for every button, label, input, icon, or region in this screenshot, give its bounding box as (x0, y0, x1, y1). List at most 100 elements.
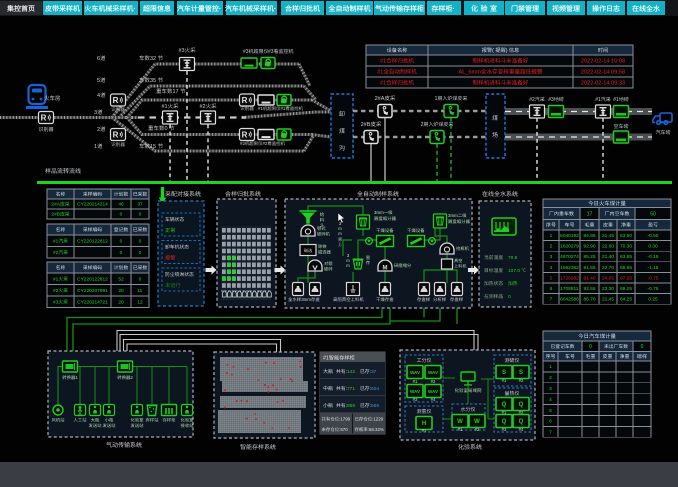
svg-text:Q: Q (502, 419, 507, 425)
svg-text:#4: #4 (431, 397, 436, 402)
svg-text:#3: #3 (548, 97, 554, 103)
svg-text:#1: #1 (53, 276, 59, 282)
svg-text:6042586: 6042586 (560, 297, 579, 303)
svg-text:6: 6 (549, 419, 552, 425)
svg-text:91.55: 91.55 (583, 265, 595, 271)
svg-text:R: R (113, 96, 119, 105)
svg-text:107.0: 107.0 (508, 268, 520, 274)
svg-text:Q: Q (519, 419, 524, 425)
svg-text:771: 771 (347, 386, 355, 392)
svg-text:1: 1 (94, 144, 97, 150)
svg-text:0: 0 (120, 250, 123, 256)
svg-text:68.85: 68.85 (620, 265, 632, 271)
svg-text:92.55: 92.55 (583, 286, 595, 292)
svg-text:2#B: 2#B (361, 122, 371, 128)
svg-text:0: 0 (165, 126, 168, 132)
svg-text:·: · (274, 6, 276, 13)
svg-text:4870274: 4870274 (560, 254, 579, 260)
svg-text:21.45: 21.45 (602, 297, 614, 303)
svg-text:63.50: 63.50 (620, 233, 632, 239)
svg-text:WAV: WAV (428, 389, 439, 394)
svg-text:2: 2 (550, 244, 553, 250)
svg-text:R: R (242, 96, 248, 105)
svg-text:22.70: 22.70 (602, 265, 614, 271)
svg-text:#1: #1 (377, 70, 383, 76)
svg-text:2: 2 (421, 122, 424, 128)
svg-text:20: 20 (118, 288, 124, 294)
svg-text:0.30: 0.30 (648, 244, 658, 250)
svg-text:CY220122812: CY220122812 (77, 276, 108, 282)
svg-text:S: S (519, 370, 523, 376)
svg-text:6: 6 (550, 286, 553, 292)
svg-text:7: 7 (550, 297, 553, 303)
svg-text:#1: #1 (422, 428, 427, 433)
svg-text:#2: #2 (519, 378, 524, 383)
svg-text:3: 3 (549, 386, 552, 392)
svg-text:0: 0 (120, 238, 123, 244)
svg-text:1: 1 (435, 96, 438, 102)
svg-text:2#B: 2#B (51, 212, 60, 218)
svg-text:#3: #3 (243, 49, 249, 55)
svg-text:#1: #1 (53, 238, 59, 244)
svg-text:#4: #4 (519, 427, 524, 432)
svg-text:3: 3 (550, 254, 553, 260)
svg-text:#2: #2 (262, 141, 267, 146)
svg-text:5: 5 (550, 275, 553, 281)
svg-text:21.45: 21.45 (602, 233, 614, 239)
svg-text:22.60: 22.60 (602, 244, 614, 250)
svg-text:R: R (113, 131, 119, 140)
svg-text:2022-02-14 09:33: 2022-02-14 09:33 (581, 81, 625, 87)
svg-text:R: R (41, 114, 47, 123)
svg-text:37: 37 (137, 202, 143, 208)
svg-text:6040192: 6040192 (560, 233, 579, 239)
svg-text:#1: #1 (323, 356, 329, 362)
svg-text:#1: #1 (258, 106, 263, 111)
svg-text:#2: #2 (431, 379, 436, 384)
svg-text:Q: Q (519, 402, 524, 408)
svg-text:24.05: 24.05 (602, 275, 614, 281)
svg-text:#1: #1 (502, 378, 507, 383)
svg-text:6: 6 (97, 56, 100, 62)
svg-text:): ) (506, 48, 508, 54)
svg-text:#3: #3 (268, 49, 274, 55)
svg-text:37: 37 (371, 369, 377, 375)
svg-text:H: H (422, 421, 426, 427)
svg-text:0: 0 (139, 250, 142, 256)
svg-text:15: 15 (150, 144, 156, 150)
svg-text:0: 0 (589, 344, 592, 350)
svg-text:0: 0 (139, 238, 142, 244)
svg-text:64.25: 64.25 (620, 297, 632, 303)
svg-text:856: 856 (347, 403, 355, 409)
svg-text:4: 4 (549, 397, 552, 403)
svg-text:R: R (242, 131, 248, 140)
svg-text:11: 11 (137, 288, 142, 294)
svg-text:3mm: 3mm (448, 213, 458, 218)
svg-text:0: 0 (139, 212, 142, 218)
svg-text:1: 1 (550, 233, 553, 239)
svg-text:1592362: 1592362 (560, 265, 579, 271)
svg-text:35: 35 (150, 78, 156, 84)
svg-text:(: ( (492, 48, 494, 54)
svg-text:2#A: 2#A (51, 202, 60, 208)
svg-text:32: 32 (150, 56, 156, 62)
svg-text:2022-02-14 10:08: 2022-02-14 10:08 (581, 59, 625, 65)
svg-text:23.30: 23.30 (602, 286, 614, 292)
svg-text:3: 3 (94, 110, 97, 116)
svg-text:#2: #2 (53, 250, 59, 256)
svg-text:0: 0 (139, 276, 142, 282)
svg-text:2: 2 (97, 127, 100, 133)
svg-text:#3: #3 (413, 397, 418, 402)
svg-text:m: m (338, 231, 342, 236)
svg-text:4: 4 (97, 93, 100, 99)
svg-text:#2: #2 (475, 427, 480, 432)
svg-text:WAV: WAV (410, 370, 421, 375)
svg-text:S: S (502, 370, 506, 376)
svg-text:12: 12 (137, 299, 143, 305)
svg-text:1620279: 1620279 (560, 244, 579, 250)
svg-text:M: M (383, 266, 388, 272)
svg-text:W: W (457, 419, 463, 425)
svg-text:-0.50: -0.50 (648, 233, 659, 239)
svg-text:-0.75: -0.75 (648, 275, 659, 281)
svg-text:-0.75: -0.75 (648, 286, 659, 292)
svg-text:21.40: 21.40 (602, 254, 614, 260)
